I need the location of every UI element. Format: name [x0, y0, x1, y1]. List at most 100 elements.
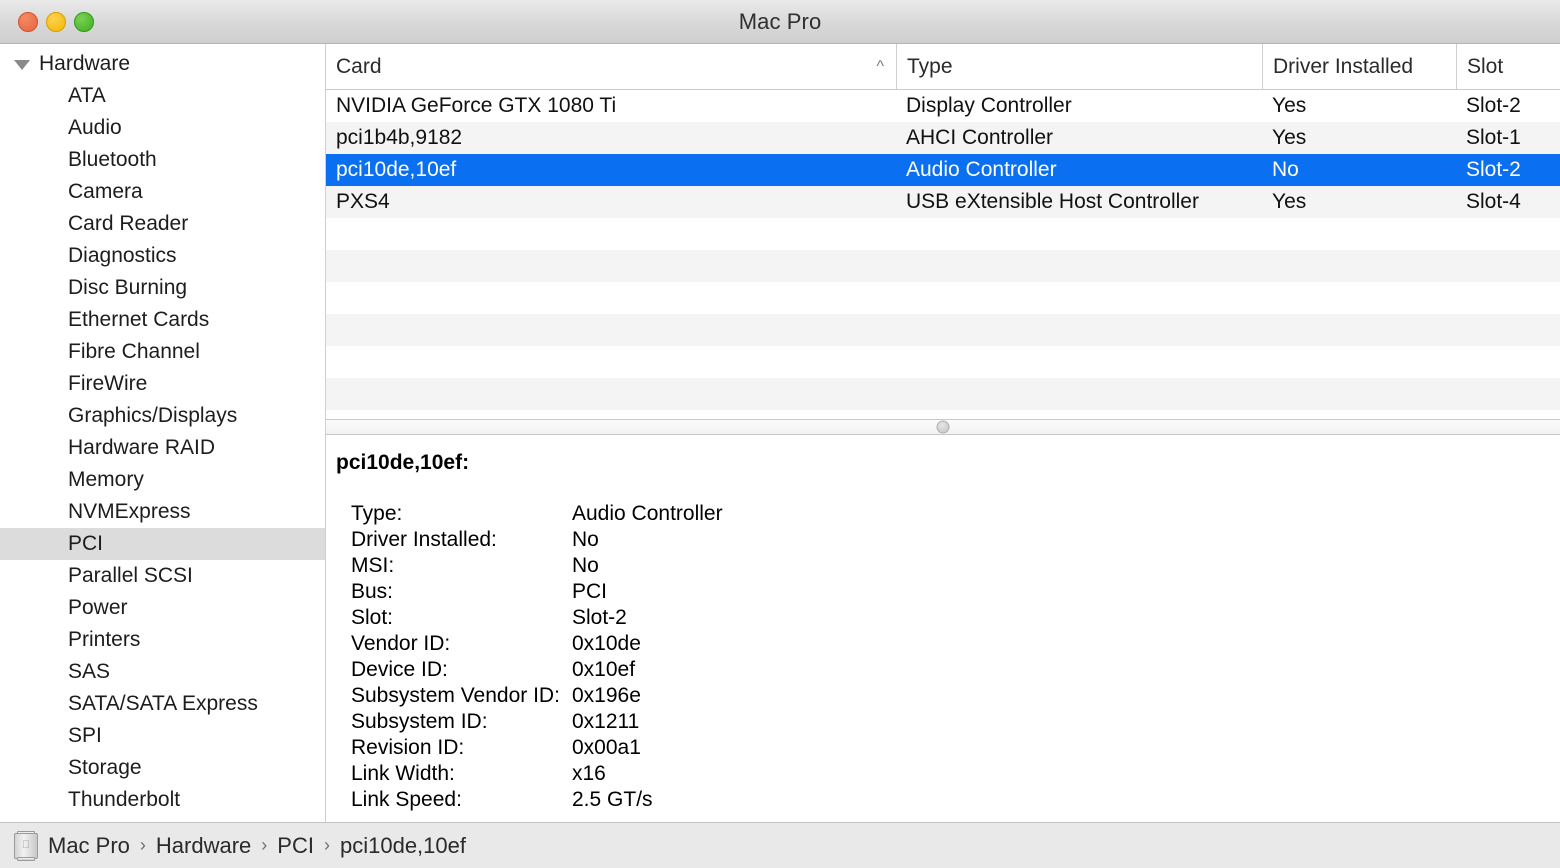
detail-property-row: Vendor ID: 0x10de — [326, 631, 1560, 657]
window-title: Mac Pro — [738, 8, 822, 34]
detail-property-row: Type: Audio Controller — [326, 501, 1560, 527]
detail-property-value: 0x10de — [572, 632, 641, 655]
sidebar-item-label: SPI — [68, 724, 102, 747]
cell-card: NVIDIA GeForce GTX 1080 Ti — [336, 94, 617, 117]
sidebar-item-fibre-channel[interactable]: Fibre Channel — [0, 336, 325, 368]
column-header-type[interactable]: Type — [896, 44, 1262, 89]
detail-property-label: Link Width: — [351, 762, 455, 785]
detail-property-value: 2.5 GT/s — [572, 788, 653, 811]
column-header-label: Driver Installed — [1273, 54, 1414, 78]
detail-property-row: Subsystem ID: 0x1211 — [326, 709, 1560, 735]
sidebar-item-label: ATA — [68, 84, 106, 107]
breadcrumb-item-machine[interactable]: Mac Pro — [48, 833, 130, 859]
detail-property-row: Link Width: x16 — [326, 761, 1560, 787]
table-row-selected[interactable]: pci10de,10ef Audio Controller No Slot-2 — [326, 154, 1560, 186]
cell-type: Audio Controller — [906, 158, 1057, 181]
sidebar-item-diagnostics[interactable]: Diagnostics — [0, 240, 325, 272]
detail-property-value: Audio Controller — [572, 502, 723, 525]
table-header: Card ^ Type Driver Installed Slot — [326, 44, 1560, 90]
detail-property-label: MSI: — [351, 554, 395, 577]
cell-driver-installed: Yes — [1272, 190, 1307, 213]
sidebar-item-disc-burning[interactable]: Disc Burning — [0, 272, 325, 304]
cell-type: AHCI Controller — [906, 126, 1054, 149]
sidebar-item-storage[interactable]: Storage — [0, 752, 325, 784]
chevron-right-icon: › — [139, 835, 146, 855]
sidebar-item-bluetooth[interactable]: Bluetooth — [0, 144, 325, 176]
cell-driver-installed: No — [1272, 158, 1299, 181]
column-header-driver-installed[interactable]: Driver Installed — [1262, 44, 1456, 89]
detail-property-value: 0x10ef — [572, 658, 636, 681]
table-empty-row — [326, 378, 1560, 410]
cell-slot: Slot-2 — [1466, 158, 1521, 181]
sidebar-item-label: Disc Burning — [68, 276, 188, 299]
column-header-label: Card — [336, 54, 382, 78]
breadcrumb-item-pci[interactable]: PCI — [277, 833, 314, 859]
drag-handle-dot-icon[interactable] — [936, 420, 950, 434]
close-button[interactable] — [18, 12, 38, 32]
sidebar-item-pci[interactable]: PCI — [0, 528, 325, 560]
sidebar-item-printers[interactable]: Printers — [0, 624, 325, 656]
table-empty-row — [326, 346, 1560, 378]
sidebar-item-parallel-scsi[interactable]: Parallel SCSI — [0, 560, 325, 592]
detail-property-label: Link Speed: — [351, 788, 462, 811]
sidebar-item-label: Bluetooth — [68, 148, 157, 171]
detail-property-value: 0x00a1 — [572, 736, 641, 759]
sidebar-item-audio[interactable]: Audio — [0, 112, 325, 144]
table-empty-area — [326, 218, 1560, 419]
cell-card: PXS4 — [336, 190, 390, 213]
sidebar-item-ata[interactable]: ATA — [0, 80, 325, 112]
sidebar-item-firewire[interactable]: FireWire — [0, 368, 325, 400]
detail-property-row: Link Speed: 2.5 GT/s — [326, 787, 1560, 813]
cell-slot: Slot-1 — [1466, 126, 1521, 149]
pane-splitter[interactable] — [326, 419, 1560, 435]
cell-driver-installed: Yes — [1272, 94, 1307, 117]
detail-property-label: Device ID: — [351, 658, 448, 681]
detail-property-row: Bus: PCI — [326, 579, 1560, 605]
breadcrumb-item-hardware[interactable]: Hardware — [156, 833, 251, 859]
table-row[interactable]: NVIDIA GeForce GTX 1080 Ti Display Contr… — [326, 90, 1560, 122]
sidebar-item-usb[interactable]: USB — [0, 816, 325, 822]
detail-property-label: Vendor ID: — [351, 632, 451, 655]
detail-property-value: PCI — [572, 580, 608, 603]
sidebar-item-thunderbolt[interactable]: Thunderbolt — [0, 784, 325, 816]
detail-property-row: Revision ID: 0x00a1 — [326, 735, 1560, 761]
sidebar-item-label: Parallel SCSI — [68, 564, 193, 587]
sidebar-item-label: FireWire — [68, 372, 148, 395]
sidebar-group-label: Hardware — [39, 52, 131, 75]
detail-property-label: Revision ID: — [351, 736, 465, 759]
window-body: Hardware ATA Audio Bluetooth Camera Card… — [0, 44, 1560, 822]
sidebar-group-hardware[interactable]: Hardware — [0, 48, 325, 80]
sidebar-item-power[interactable]: Power — [0, 592, 325, 624]
sidebar-item-hardware-raid[interactable]: Hardware RAID — [0, 432, 325, 464]
detail-property-label: Subsystem ID: — [351, 710, 488, 733]
cell-type: Display Controller — [906, 94, 1072, 117]
minimize-button[interactable] — [46, 12, 66, 32]
sidebar-item-graphics-displays[interactable]: Graphics/Displays — [0, 400, 325, 432]
column-header-card[interactable]: Card ^ — [326, 44, 896, 89]
detail-property-row: Driver Installed: No — [326, 527, 1560, 553]
sidebar-item-sata-sata-express[interactable]: SATA/SATA Express — [0, 688, 325, 720]
breadcrumb-statusbar:  Mac Pro › Hardware › PCI › pci10de,10e… — [0, 822, 1560, 868]
maximize-button[interactable] — [74, 12, 94, 32]
sidebar-item-label: Graphics/Displays — [68, 404, 238, 427]
table-empty-row — [326, 314, 1560, 346]
detail-property-row: Slot: Slot-2 — [326, 605, 1560, 631]
table-row[interactable]: pci1b4b,9182 AHCI Controller Yes Slot-1 — [326, 122, 1560, 154]
sidebar-item-memory[interactable]: Memory — [0, 464, 325, 496]
sidebar-item-ethernet-cards[interactable]: Ethernet Cards — [0, 304, 325, 336]
column-header-label: Slot — [1467, 54, 1504, 78]
triangle-down-icon[interactable] — [14, 60, 30, 70]
detail-property-value: No — [572, 554, 599, 577]
detail-property-row: Subsystem Vendor ID: 0x196e — [326, 683, 1560, 709]
sidebar-item-nvmexpress[interactable]: NVMExpress — [0, 496, 325, 528]
table-row[interactable]: PXS4 USB eXtensible Host Controller Yes … — [326, 186, 1560, 218]
sidebar-item-camera[interactable]: Camera — [0, 176, 325, 208]
sidebar-item-card-reader[interactable]: Card Reader — [0, 208, 325, 240]
sidebar-item-sas[interactable]: SAS — [0, 656, 325, 688]
chevron-up-icon[interactable]: ^ — [876, 58, 884, 75]
sidebar-item-spi[interactable]: SPI — [0, 720, 325, 752]
column-header-slot[interactable]: Slot — [1456, 44, 1560, 89]
breadcrumb-item-device[interactable]: pci10de,10ef — [340, 833, 466, 859]
cell-driver-installed: Yes — [1272, 126, 1307, 149]
sidebar-item-label: Diagnostics — [68, 244, 177, 267]
